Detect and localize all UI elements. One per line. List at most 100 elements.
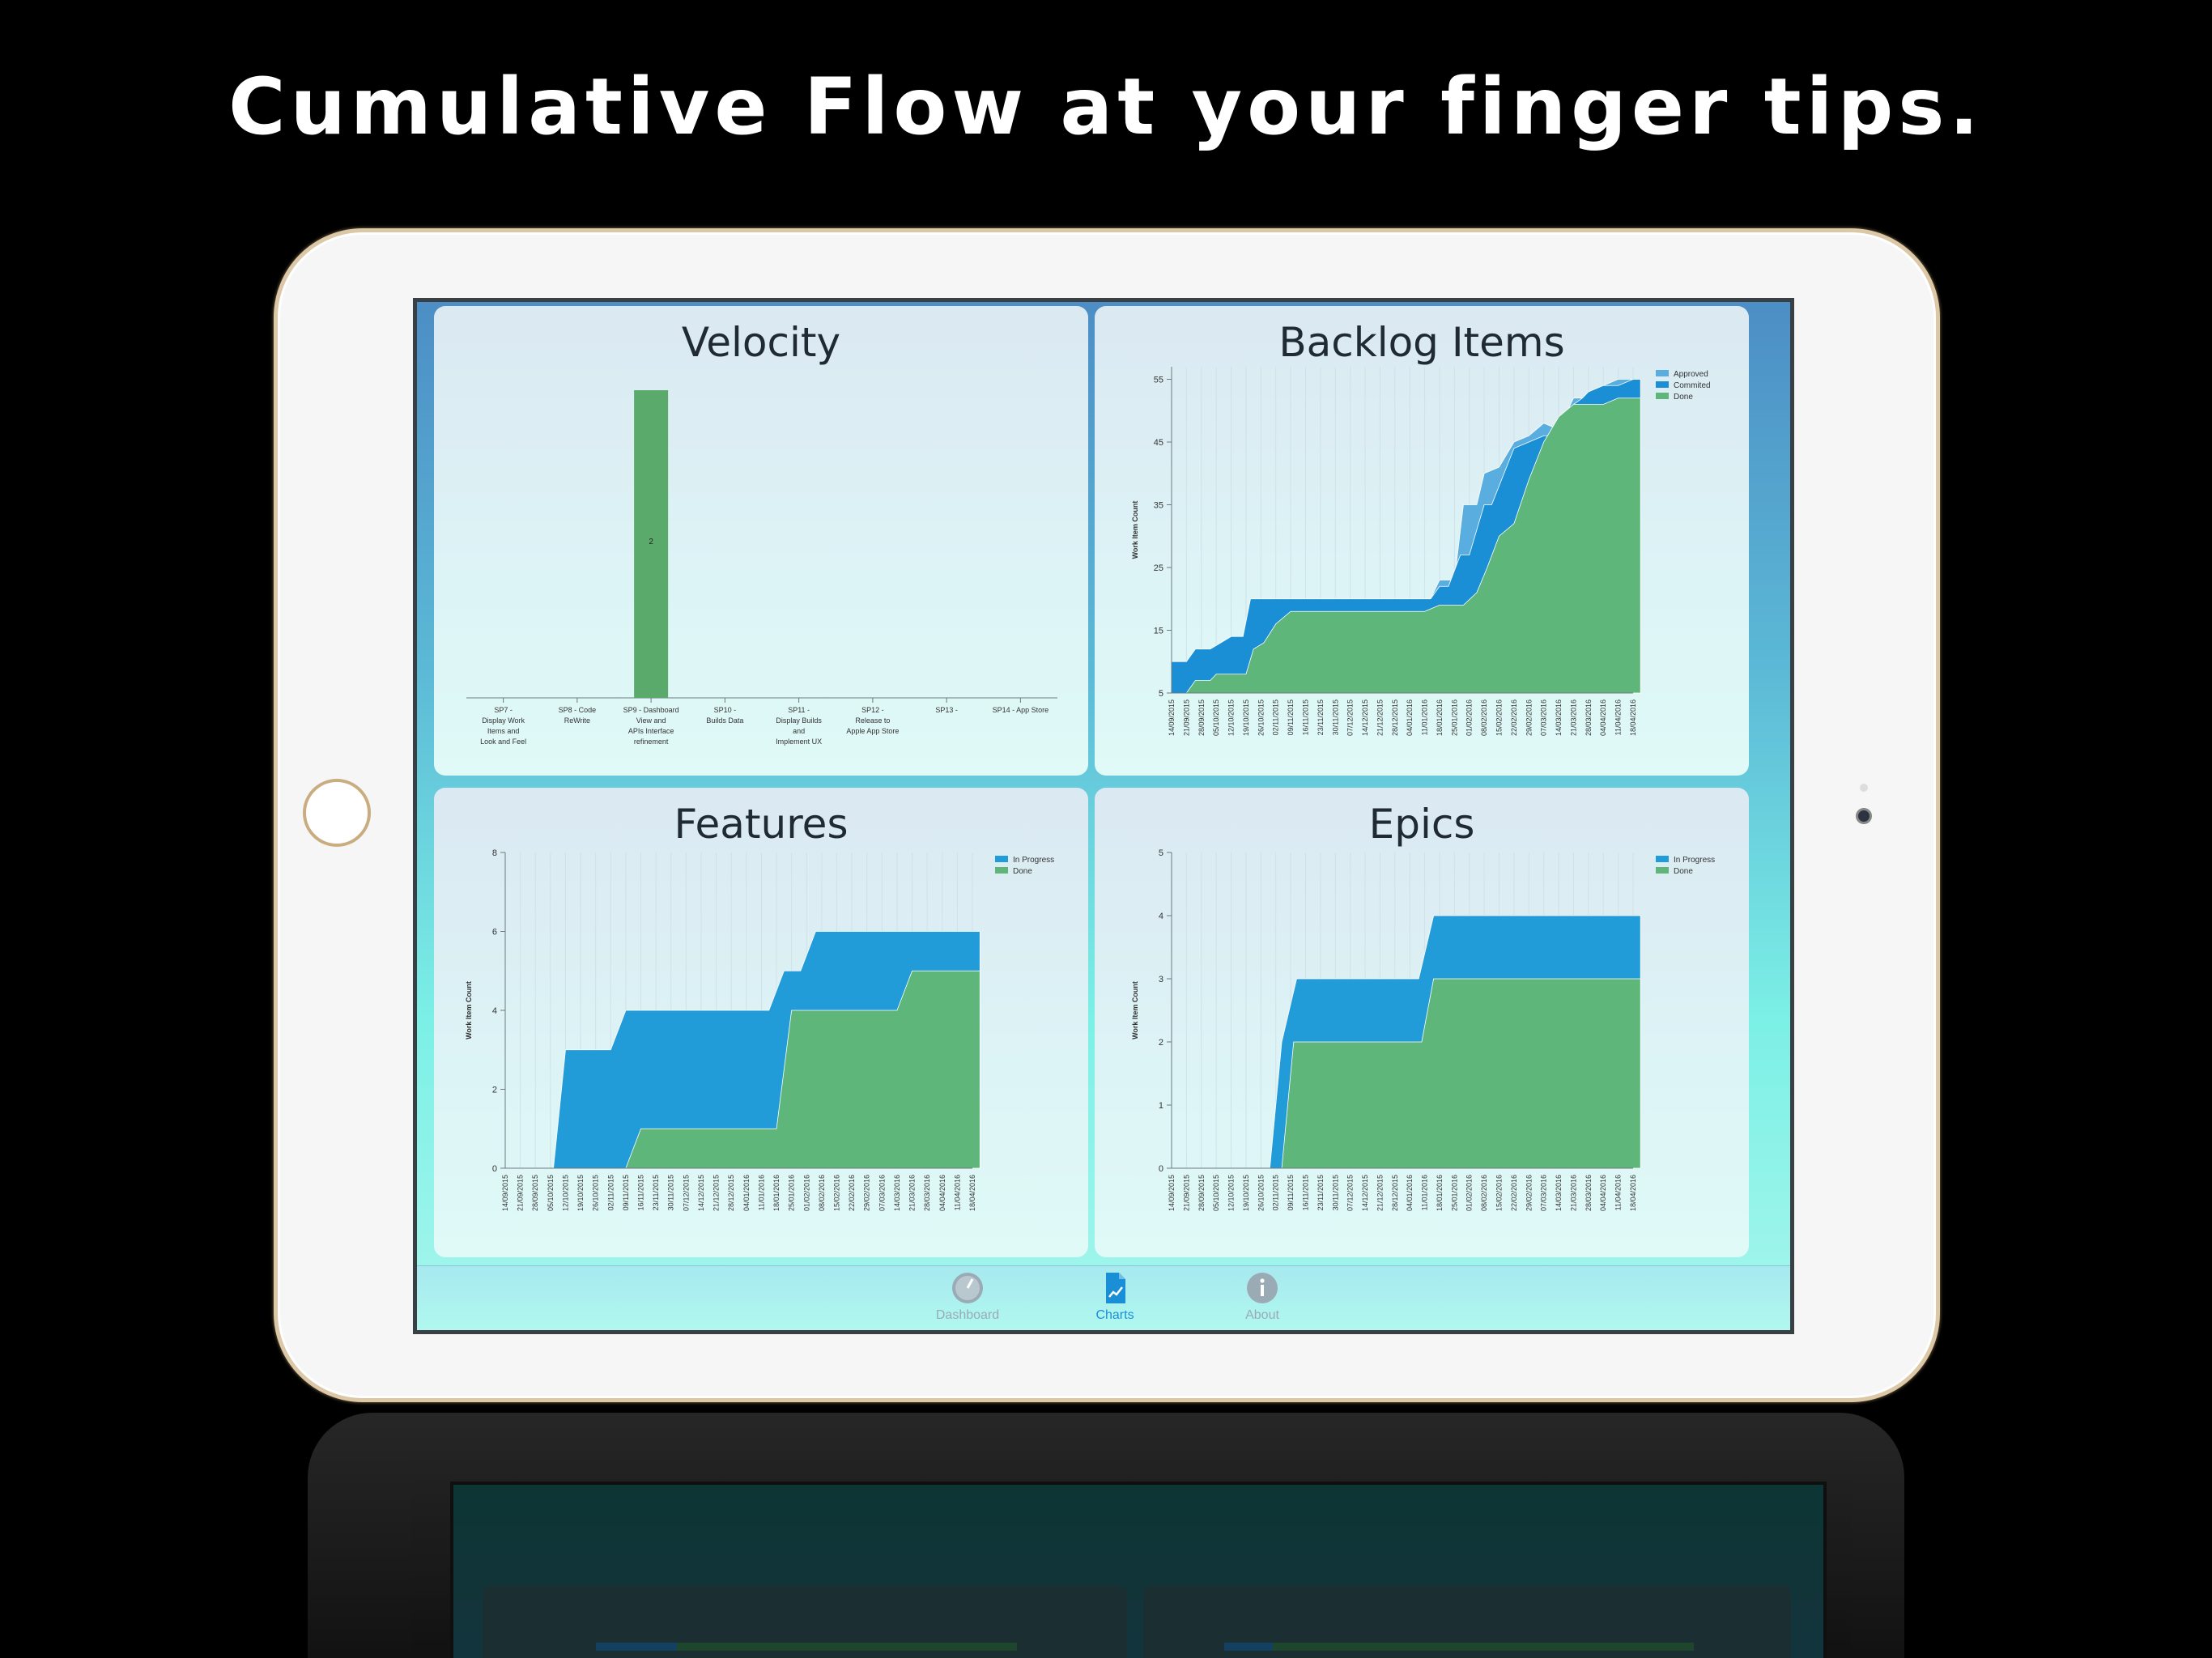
y-tick-label: 4 bbox=[492, 1006, 497, 1016]
legend-swatch bbox=[995, 856, 1008, 862]
y-tick-label: 35 bbox=[1154, 501, 1163, 511]
x-tick-label: 04/01/2016 bbox=[1406, 1175, 1414, 1211]
velocity-category-label: SP14 - App Store bbox=[993, 706, 1049, 714]
x-tick-label: 14/03/2016 bbox=[893, 1175, 901, 1211]
velocity-chart: SP7 -Display Work Items and Look and Feel S… bbox=[466, 390, 1057, 746]
x-tick-label: 12/10/2015 bbox=[1227, 699, 1236, 736]
y-tick-label: 55 bbox=[1154, 376, 1163, 385]
x-tick-label: 16/11/2015 bbox=[1301, 699, 1309, 735]
x-tick-label: 14/03/2016 bbox=[1555, 1175, 1563, 1211]
y-tick-label: 0 bbox=[1159, 1164, 1163, 1174]
backlog-card[interactable]: Backlog Items 5 15 25 35 45 55 Work Item Count… bbox=[1095, 306, 1749, 776]
x-tick-label: 05/10/2015 bbox=[547, 1175, 555, 1211]
x-tick-label: 21/12/2015 bbox=[1376, 699, 1384, 736]
x-tick-label: 09/11/2015 bbox=[1287, 699, 1295, 735]
x-tick-label: 28/09/2015 bbox=[1197, 699, 1206, 736]
legend-swatch bbox=[1656, 867, 1669, 874]
velocity-category-label: SP12 -Release to Apple App Store bbox=[846, 706, 899, 735]
ambient-sensor bbox=[1860, 784, 1868, 792]
legend-swatch bbox=[995, 867, 1008, 874]
tab-charts-label: Charts bbox=[1095, 1308, 1134, 1322]
x-tick-label: 30/11/2015 bbox=[1331, 1175, 1339, 1210]
x-tick-label: 22/02/2016 bbox=[1510, 1175, 1518, 1211]
tab-charts[interactable]: Charts bbox=[1058, 1271, 1172, 1323]
legend-label: Approved bbox=[1674, 370, 1708, 379]
x-tick-label: 11/04/2016 bbox=[953, 1175, 961, 1210]
legend-label: Done bbox=[1674, 867, 1693, 876]
x-tick-label: 28/03/2016 bbox=[923, 1175, 931, 1211]
legend-label: Done bbox=[1013, 867, 1032, 876]
x-tick-label: 08/02/2016 bbox=[818, 1175, 826, 1211]
x-tick-label: 28/09/2015 bbox=[531, 1175, 539, 1211]
headline: Cumulative Flow at your finger tips. bbox=[228, 62, 1984, 152]
y-axis-label: Work Item Count bbox=[1131, 981, 1139, 1039]
y-axis-label: Work Item Count bbox=[1131, 501, 1139, 559]
home-button[interactable] bbox=[303, 779, 371, 847]
x-tick-label: 11/01/2016 bbox=[1421, 1175, 1429, 1210]
y-tick-label: 45 bbox=[1154, 438, 1163, 448]
x-tick-label: 01/02/2016 bbox=[1465, 699, 1474, 736]
x-tick-label: 16/11/2015 bbox=[637, 1175, 645, 1210]
chart-document-icon bbox=[1106, 1273, 1125, 1303]
x-tick-label: 09/11/2015 bbox=[622, 1175, 630, 1210]
x-tick-label: 21/12/2015 bbox=[713, 1175, 721, 1211]
reflection-card-left bbox=[483, 1586, 1127, 1658]
legend-swatch bbox=[1656, 370, 1669, 376]
epics-card[interactable]: Epics 0 1 2 3 4 5 Work Item Count 14/09/2015 21/… bbox=[1095, 788, 1749, 1257]
x-tick-label: 01/02/2016 bbox=[802, 1175, 810, 1211]
x-tick-label: 04/04/2016 bbox=[1599, 1175, 1607, 1211]
x-tick-label: 07/03/2016 bbox=[1540, 1175, 1548, 1211]
x-tick-label: 25/01/2016 bbox=[788, 1175, 796, 1211]
x-tick-label: 25/01/2016 bbox=[1450, 699, 1458, 736]
x-tick-label: 02/11/2015 bbox=[1272, 699, 1280, 735]
velocity-category-label: SP13 - bbox=[935, 706, 958, 714]
x-tick-label: 28/03/2016 bbox=[1585, 699, 1593, 736]
x-tick-label: 18/01/2016 bbox=[1436, 699, 1444, 736]
x-tick-label: 11/01/2016 bbox=[1421, 699, 1429, 735]
legend-label: In Progress bbox=[1013, 856, 1054, 865]
x-tick-label: 14/09/2015 bbox=[1168, 1175, 1176, 1211]
velocity-bar-data-label: 2 bbox=[649, 538, 653, 546]
x-tick-label: 19/10/2015 bbox=[1242, 1175, 1250, 1211]
y-tick-label: 4 bbox=[1159, 912, 1163, 921]
y-tick-label: 25 bbox=[1154, 563, 1163, 573]
x-tick-label: 14/12/2015 bbox=[697, 1175, 705, 1211]
x-tick-label: 30/11/2015 bbox=[667, 1175, 675, 1210]
reflection-screen bbox=[450, 1482, 1827, 1658]
x-tick-label: 05/10/2015 bbox=[1212, 699, 1220, 736]
x-tick-label: 23/11/2015 bbox=[652, 1175, 660, 1210]
x-tick-label: 19/10/2015 bbox=[576, 1175, 585, 1211]
y-tick-label: 5 bbox=[1159, 848, 1163, 858]
x-tick-label: 23/11/2015 bbox=[1317, 1175, 1325, 1210]
legend-swatch bbox=[1656, 393, 1669, 399]
x-tick-label: 07/12/2015 bbox=[682, 1175, 690, 1211]
x-tick-label: 21/03/2016 bbox=[908, 1175, 917, 1211]
x-tick-label: 30/11/2015 bbox=[1331, 699, 1339, 735]
x-tick-label: 16/11/2015 bbox=[1301, 1175, 1309, 1210]
velocity-card[interactable]: Velocity SP7 -Display Work Items and Look … bbox=[434, 306, 1088, 776]
x-tick-label: 08/02/2016 bbox=[1480, 699, 1488, 736]
x-tick-label: 15/02/2016 bbox=[1495, 1175, 1504, 1211]
x-tick-label: 14/12/2015 bbox=[1361, 699, 1369, 736]
x-tick-label: 11/01/2016 bbox=[757, 1175, 765, 1210]
x-tick-label: 29/02/2016 bbox=[1525, 699, 1533, 736]
front-camera bbox=[1856, 808, 1872, 824]
legend-label: Done bbox=[1674, 393, 1693, 402]
y-tick-label: 5 bbox=[1159, 689, 1163, 699]
x-tick-label: 05/10/2015 bbox=[1212, 1175, 1220, 1211]
x-tick-label: 14/12/2015 bbox=[1361, 1175, 1369, 1211]
features-card[interactable]: Features 0 2 4 6 8 Work Item Count 14/09/2015 2… bbox=[434, 788, 1088, 1257]
legend-label: In Progress bbox=[1674, 856, 1715, 865]
x-tick-label: 04/04/2016 bbox=[1599, 699, 1607, 736]
y-axis-label: Work Item Count bbox=[465, 981, 473, 1039]
x-tick-label: 22/02/2016 bbox=[1510, 699, 1518, 736]
tab-about[interactable]: About bbox=[1206, 1271, 1319, 1323]
legend-swatch bbox=[1656, 381, 1669, 388]
x-tick-label: 12/10/2015 bbox=[561, 1175, 569, 1211]
reflection-card-right bbox=[1143, 1586, 1791, 1658]
x-tick-label: 22/02/2016 bbox=[848, 1175, 856, 1211]
tab-dashboard[interactable]: Dashboard bbox=[911, 1271, 1024, 1323]
y-tick-label: 15 bbox=[1154, 627, 1163, 636]
x-tick-label: 14/03/2016 bbox=[1555, 699, 1563, 736]
x-tick-label: 28/03/2016 bbox=[1585, 1175, 1593, 1211]
